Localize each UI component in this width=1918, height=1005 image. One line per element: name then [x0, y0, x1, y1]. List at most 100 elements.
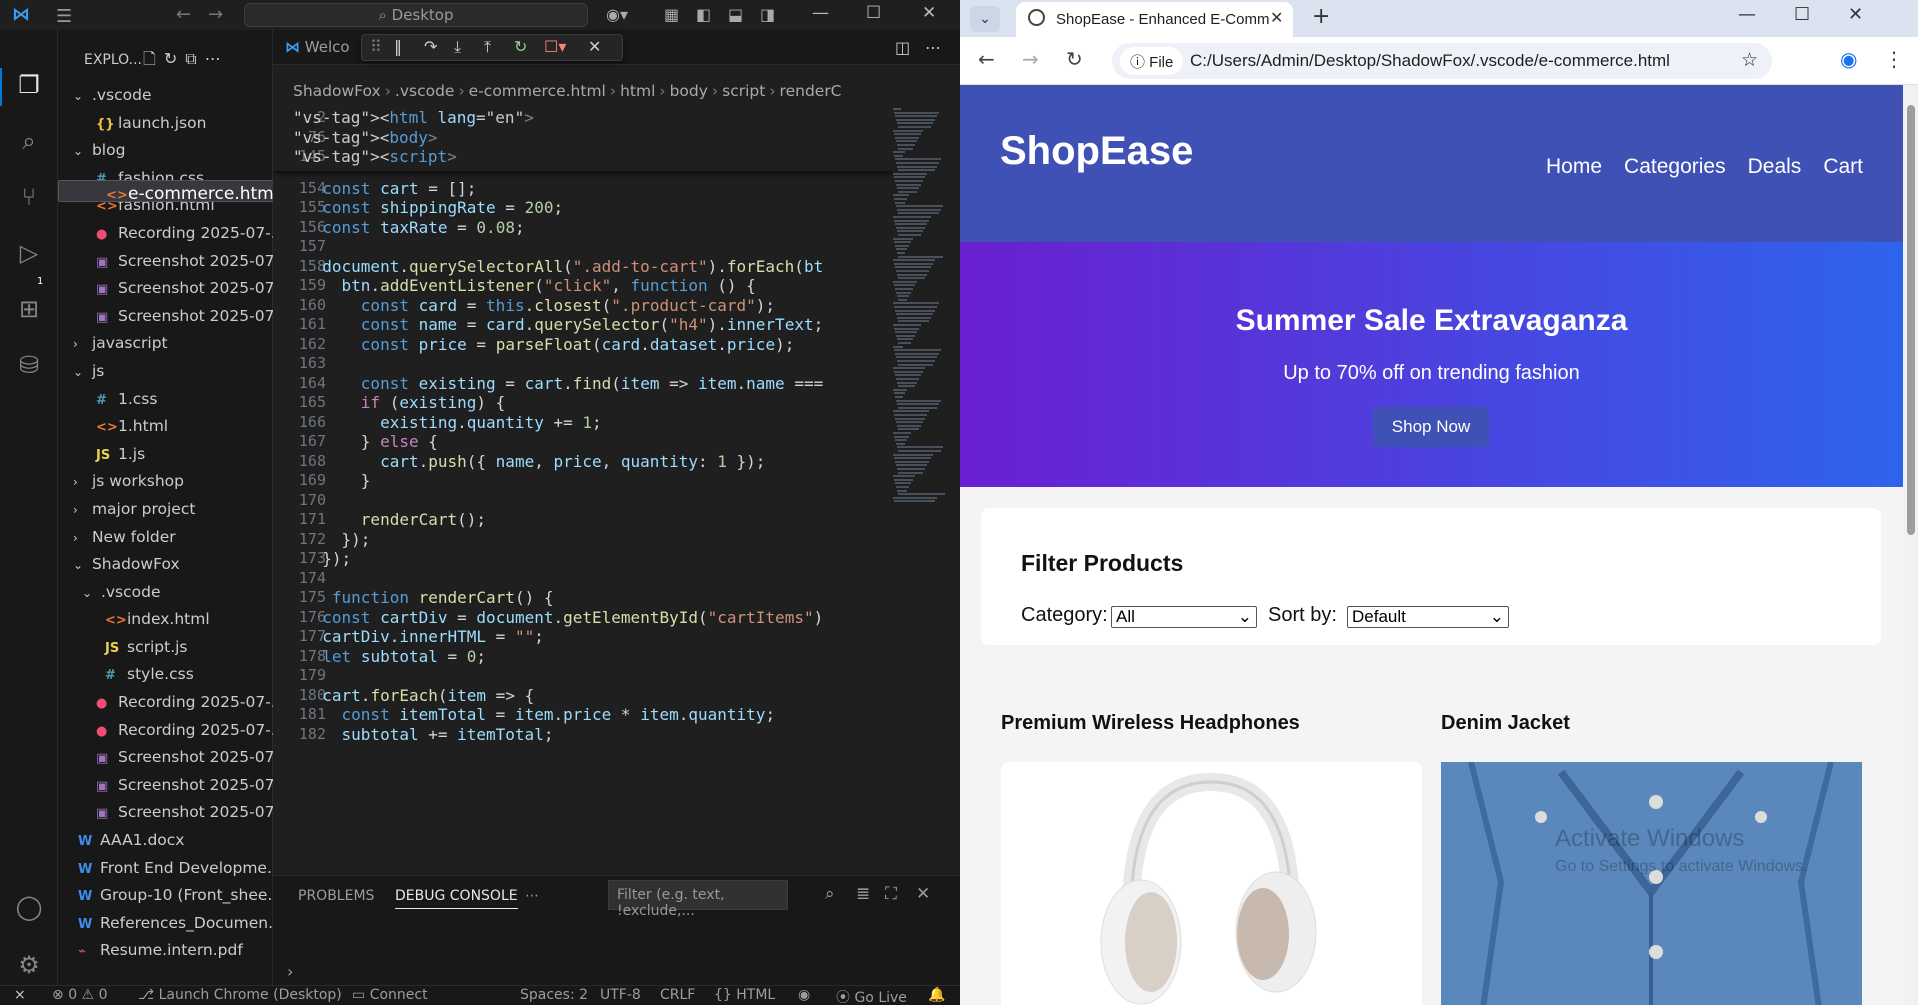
run-debug-icon[interactable]: ▷: [14, 238, 44, 268]
nav-cart[interactable]: Cart: [1823, 155, 1863, 178]
file-tree-item[interactable]: ▣ Screenshot 2025-07...: [58, 744, 273, 772]
file-tree-item[interactable]: ▣ Screenshot 2025-07...: [58, 248, 273, 276]
site-logo[interactable]: ShopEase: [1000, 129, 1193, 174]
launch-config[interactable]: ⎇ Launch Chrome (Desktop): [138, 987, 342, 1003]
notifications-icon[interactable]: 🔔: [928, 987, 945, 1003]
connect-status[interactable]: ▭ Connect: [352, 987, 428, 1003]
file-tree-item[interactable]: › major project: [58, 496, 273, 524]
breadcrumb-item[interactable]: html: [620, 82, 655, 100]
file-tree-item[interactable]: # style.css: [58, 661, 273, 689]
shop-now-button[interactable]: Shop Now: [1373, 407, 1489, 447]
remote-icon[interactable]: ⨯: [14, 987, 26, 1003]
file-tree-item[interactable]: <>e-commerce.html: [58, 180, 284, 202]
breadcrumb-item[interactable]: body: [670, 82, 708, 100]
page-scrollbar[interactable]: [1903, 85, 1918, 1005]
minimize-icon[interactable]: —: [1738, 4, 1756, 25]
breadcrumb-item[interactable]: e-commerce.html: [469, 82, 606, 100]
chrome-menu-icon[interactable]: ⋮: [1884, 47, 1904, 71]
breadcrumb-item[interactable]: script: [722, 82, 765, 100]
file-tree-item[interactable]: #1.css: [58, 386, 273, 414]
split-editor-icon[interactable]: ◫: [895, 38, 910, 57]
reload-icon[interactable]: ↻: [1066, 47, 1083, 71]
line-ending[interactable]: CRLF: [660, 987, 695, 1003]
copilot-status-icon[interactable]: ◉: [798, 987, 810, 1003]
tab-debug-console[interactable]: DEBUG CONSOLE: [395, 888, 518, 909]
file-tree-item[interactable]: {} launch.json: [58, 110, 273, 138]
forward-icon[interactable]: →: [1022, 47, 1039, 71]
extensions-icon[interactable]: ⊞: [14, 294, 44, 324]
file-tree-item[interactable]: › New folder: [58, 524, 273, 552]
file-tree-item[interactable]: ⌄ ShadowFox: [58, 551, 273, 579]
file-tree-item[interactable]: › javascript: [58, 330, 273, 358]
new-tab-icon[interactable]: +: [1312, 4, 1330, 29]
profile-icon[interactable]: ◉: [1840, 47, 1857, 71]
account-icon[interactable]: ◯: [14, 892, 44, 922]
nav-categories[interactable]: Categories: [1624, 155, 1726, 178]
forward-arrow-icon[interactable]: →: [208, 4, 223, 25]
maximize-panel-icon[interactable]: ⛶: [885, 884, 897, 904]
file-tree-item[interactable]: W AAA1.docx: [58, 827, 273, 855]
file-tree-item[interactable]: ▣ Screenshot 2025-07...: [58, 772, 273, 800]
panel-more-icon[interactable]: ⋯: [525, 888, 539, 904]
search-icon[interactable]: ⌕: [14, 126, 44, 156]
file-tree-item[interactable]: W References_Documen...: [58, 910, 273, 938]
more-actions-icon[interactable]: ⋯: [925, 38, 941, 57]
close-icon[interactable]: ✕: [922, 3, 936, 23]
minimap[interactable]: [893, 108, 948, 528]
problems-status[interactable]: ⊗ 0 ⚠ 0: [52, 987, 107, 1003]
explorer-icon[interactable]: ❐: [14, 70, 44, 100]
scrollbar-thumb[interactable]: [1907, 105, 1915, 535]
product-image-headphones[interactable]: [1001, 762, 1422, 1005]
toggle-sidebar-icon[interactable]: ◧: [696, 5, 711, 24]
tab-problems[interactable]: PROBLEMS: [298, 888, 374, 904]
file-tree-item[interactable]: › js workshop: [58, 468, 273, 496]
tab-welcome[interactable]: ⋈ Welco: [273, 30, 363, 65]
address-bar[interactable]: ⓘ File C:/Users/Admin/Desktop/ShadowFox/…: [1112, 43, 1772, 79]
close-panel-icon[interactable]: ✕: [916, 884, 930, 904]
file-tree-item[interactable]: <>index.html: [58, 606, 273, 634]
sort-select[interactable]: Default ⌄: [1347, 606, 1509, 628]
site-info-chip[interactable]: ⓘ File: [1120, 47, 1184, 75]
file-tree-item[interactable]: ● Recording 2025-07-...: [58, 717, 273, 745]
toggle-secondary-sidebar-icon[interactable]: ◨: [760, 5, 775, 24]
step-into-icon[interactable]: ⤓: [454, 37, 461, 57]
language-mode[interactable]: {} HTML: [714, 987, 775, 1003]
file-tree-item[interactable]: ● Recording 2025-07-...: [58, 689, 273, 717]
explorer-actions[interactable]: 🗋↻⧉⋯: [143, 48, 229, 75]
maximize-icon[interactable]: ☐: [866, 3, 881, 23]
file-tree-item[interactable]: ⌄ .vscode: [58, 82, 273, 110]
browser-tab[interactable]: ShopEase - Enhanced E-Comm: [1016, 2, 1293, 37]
encoding[interactable]: UTF-8: [600, 987, 641, 1003]
copilot-icon[interactable]: ◉▾: [606, 5, 628, 24]
close-icon[interactable]: ✕: [1848, 4, 1863, 25]
maximize-icon[interactable]: ☐: [1794, 4, 1810, 25]
close-tab-icon[interactable]: ✕: [1270, 8, 1283, 27]
layout-icon[interactable]: ▦: [664, 5, 679, 24]
drag-handle-icon[interactable]: ⠿: [370, 37, 382, 56]
command-center-search[interactable]: ⌕ Desktop: [244, 3, 588, 27]
settings-gear-icon[interactable]: ⚙: [14, 950, 44, 980]
restart-icon[interactable]: ↻: [514, 37, 527, 56]
product-image-denim-jacket[interactable]: [1441, 761, 1862, 1005]
file-tree-item[interactable]: ⌁ Resume.intern.pdf: [58, 937, 273, 965]
database-icon[interactable]: ⛁: [14, 350, 44, 380]
clear-console-icon[interactable]: ≣: [856, 884, 870, 904]
back-arrow-icon[interactable]: ←: [176, 4, 191, 25]
search-icon[interactable]: ⌕: [825, 884, 835, 904]
back-icon[interactable]: ←: [978, 47, 995, 71]
debug-filter-input[interactable]: Filter (e.g. text, !exclude,...: [608, 880, 788, 919]
breadcrumb-item[interactable]: ShadowFox: [293, 82, 381, 100]
file-tree-item[interactable]: ⌄ .vscode: [58, 579, 273, 607]
file-tree-item[interactable]: <>1.html: [58, 413, 273, 441]
breadcrumb-item[interactable]: renderC: [780, 82, 842, 100]
tab-search-icon[interactable]: ⌄: [970, 6, 1000, 32]
code-editor[interactable]: 2 "vs-tag"><html lang="en"> 76 "vs-tag"><bo…: [273, 108, 893, 873]
bookmark-star-icon[interactable]: ☆: [1741, 49, 1758, 72]
file-tree-item[interactable]: JS 1.js: [58, 441, 273, 469]
file-tree-item[interactable]: ▣ Screenshot 2025-07...: [58, 303, 273, 331]
category-select[interactable]: All ⌄: [1111, 606, 1257, 628]
menu-icon[interactable]: ☰: [56, 6, 72, 27]
file-tree-item[interactable]: ▣ Screenshot 2025-07...: [58, 275, 273, 303]
source-control-icon[interactable]: ⑂: [14, 182, 44, 212]
file-tree-item[interactable]: ▣ Screenshot 2025-07...: [58, 799, 273, 827]
